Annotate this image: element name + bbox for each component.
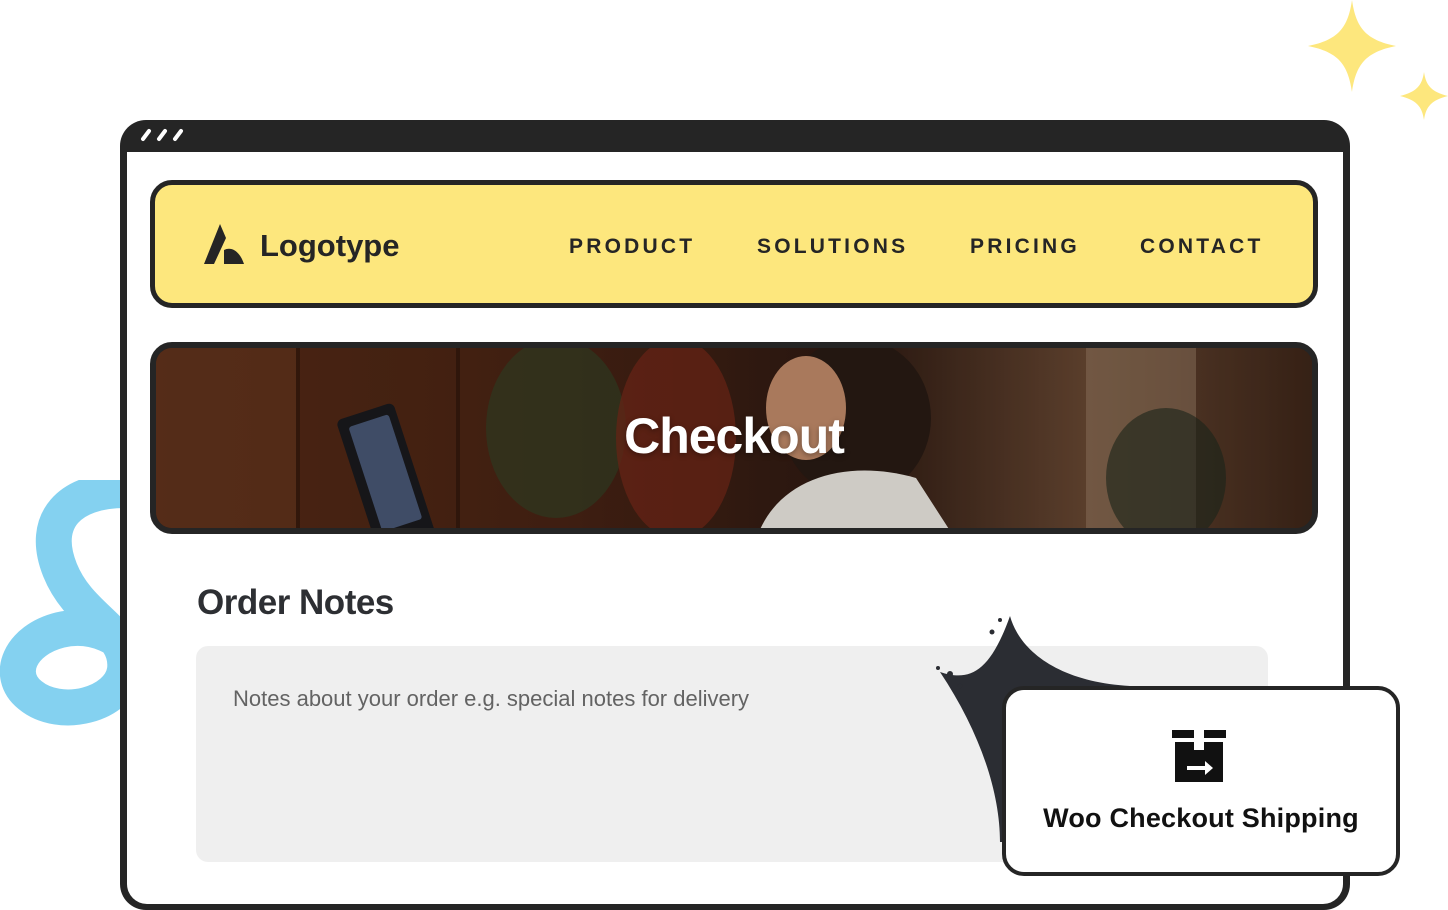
shipping-box-icon bbox=[1172, 730, 1226, 782]
nav-contact[interactable]: CONTACT bbox=[1140, 234, 1264, 260]
hero-title: Checkout bbox=[624, 408, 845, 464]
window-dots-icon bbox=[141, 129, 183, 141]
nav-pricing[interactable]: PRICING bbox=[970, 234, 1080, 260]
logo-icon[interactable] bbox=[202, 222, 246, 266]
squiggle-decoration bbox=[0, 480, 130, 726]
logo-text[interactable]: Logotype bbox=[260, 226, 400, 266]
order-notes-title: Order Notes bbox=[197, 583, 394, 622]
sparkle-decoration bbox=[1308, 0, 1448, 120]
plugin-card-label: Woo Checkout Shipping bbox=[1043, 803, 1359, 833]
nav-product[interactable]: PRODUCT bbox=[569, 234, 695, 260]
nav-solutions[interactable]: SOLUTIONS bbox=[757, 234, 908, 260]
